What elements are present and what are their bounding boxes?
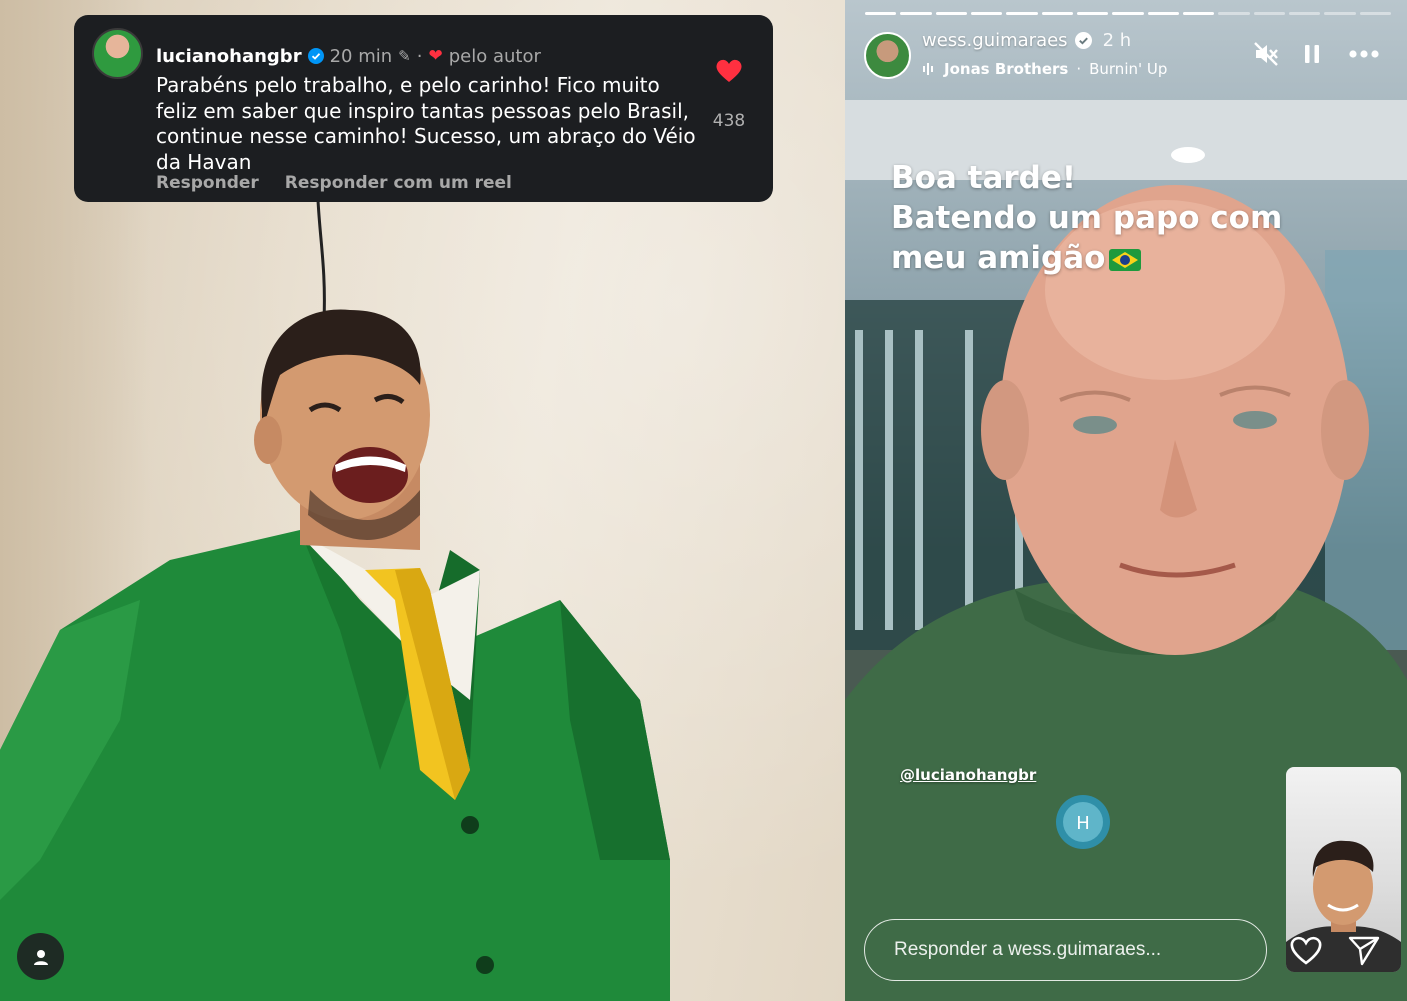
comment-like-heart-icon[interactable] [715, 58, 743, 84]
caption-line-3-text: meu amigão [891, 240, 1106, 276]
caption-line-3: meu amigão [891, 238, 1311, 278]
pause-icon[interactable] [1300, 42, 1324, 66]
more-horizontal-icon[interactable] [1346, 42, 1382, 66]
story-progress-segment [1041, 12, 1073, 15]
music-artist: Jonas Brothers [944, 60, 1069, 78]
story-progress-segment [865, 12, 897, 15]
reply-with-reel-button[interactable]: Responder com um reel [285, 173, 512, 193]
caption-line-2: Batendo um papo com [891, 200, 1283, 236]
music-bars-icon [923, 63, 933, 75]
brazil-flag-icon [1109, 248, 1142, 271]
story-caption: Boa tarde! Batendo um papo com meu amigã… [891, 158, 1311, 278]
liked-by-author-label: pelo autor [448, 45, 541, 67]
story-panel[interactable]: H wess.guimaraes 2 h Jonas Brothers · Bu… [845, 0, 1407, 1001]
heart-icon[interactable] [1289, 934, 1323, 966]
story-progress-segment [1218, 12, 1250, 15]
comment-text: Parabéns pelo trabalho, e pelo carinho! … [156, 73, 696, 174]
left-photo-panel: lucianohangbr 20 min ✎ · ❤ pelo autor Pa… [0, 0, 845, 1001]
comment-like-count: 438 [712, 111, 746, 131]
story-progress-segment [1076, 12, 1109, 15]
heart-icon: ❤ [428, 46, 443, 66]
music-separator: · [1076, 60, 1082, 78]
story-progress-segment [1006, 12, 1038, 15]
verified-badge-icon [307, 48, 324, 64]
comment-actions: Responder Responder com um reel [156, 173, 512, 193]
mention-sticker[interactable]: @lucianohangbr [900, 766, 1036, 784]
pin-icon: ✎ [398, 47, 411, 65]
story-progress-segment [1324, 12, 1356, 15]
send-icon[interactable] [1347, 934, 1381, 966]
music-track: Burnin' Up [1089, 60, 1168, 78]
verified-badge-icon [1074, 32, 1092, 49]
story-progress-bar [865, 12, 1391, 15]
story-music-info[interactable]: Jonas Brothers · Burnin' Up [922, 60, 1167, 78]
story-time: 2 h [1102, 30, 1132, 51]
profile-button[interactable] [17, 933, 64, 980]
comment-card: lucianohangbr 20 min ✎ · ❤ pelo autor Pa… [74, 15, 773, 202]
svg-text:H: H [1076, 813, 1090, 834]
comment-time: 20 min [329, 45, 393, 67]
story-progress-segment [1182, 12, 1215, 15]
story-progress-segment [935, 12, 967, 15]
speaker-muted-icon[interactable] [1252, 40, 1280, 68]
caption-line-1: Boa tarde! [891, 160, 1077, 196]
person-icon [33, 949, 48, 965]
story-progress-segment [900, 12, 932, 15]
commenter-username[interactable]: lucianohangbr [156, 46, 302, 67]
reply-input[interactable] [864, 919, 1267, 981]
comment-header: lucianohangbr 20 min ✎ · ❤ pelo autor [156, 42, 541, 70]
separator-dot: · [416, 45, 423, 67]
story-progress-segment [1112, 12, 1144, 15]
reply-button[interactable]: Responder [156, 173, 259, 193]
story-username[interactable]: wess.guimaraes [922, 30, 1068, 51]
story-progress-segment [970, 12, 1003, 15]
story-progress-segment [1147, 12, 1179, 15]
story-progress-segment [1288, 12, 1321, 15]
man-in-green-suit-photo [0, 309, 670, 1001]
story-progress-segment [1253, 12, 1285, 15]
story-header: wess.guimaraes 2 h [922, 30, 1131, 51]
commenter-avatar[interactable] [92, 28, 143, 79]
story-author-avatar[interactable] [864, 32, 911, 79]
story-progress-segment [1359, 12, 1391, 15]
